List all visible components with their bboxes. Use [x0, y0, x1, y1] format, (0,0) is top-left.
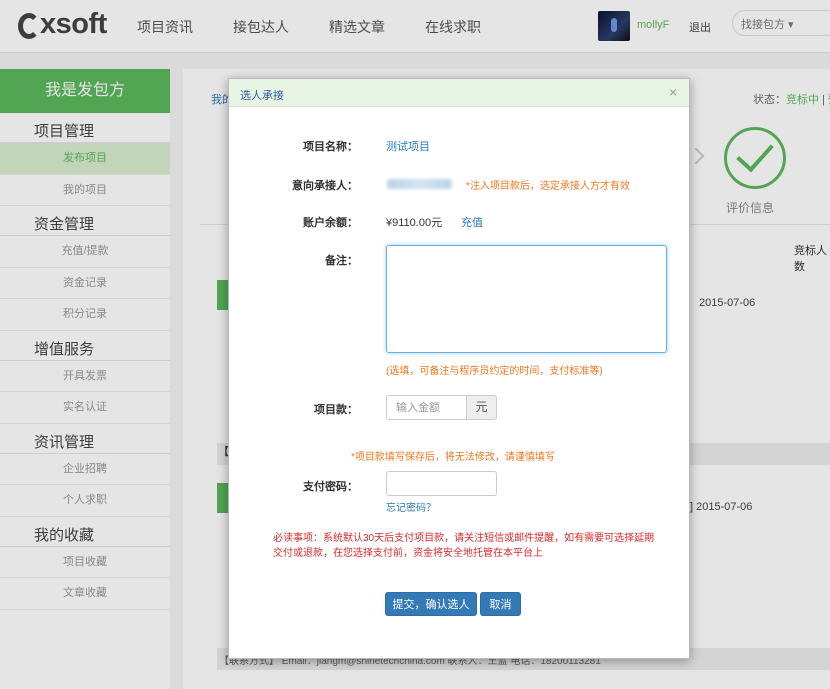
submit-confirm-button[interactable]: 提交，确认选人 [385, 592, 477, 616]
dialog-title: 选人承接 [240, 90, 284, 102]
recharge-link[interactable]: 充值 [461, 214, 483, 230]
amount-warning: *项目款填写保存后，将无法修改，请谨慎填写 [351, 452, 555, 463]
note-label: 备注： [325, 255, 358, 267]
amount-label: 项目款： [314, 404, 358, 416]
intended-contractor-label: 意向承接人： [292, 180, 358, 192]
amount-unit: 元 [466, 395, 497, 420]
note-hint: (选填，可备注与程序员约定的时间，支付标准等) [386, 366, 603, 377]
notice-text: 必读事项：系统默认30天后支付项目款，请关注短信或邮件提醒，如有需要可选择延期交… [273, 533, 655, 559]
amount-input[interactable] [386, 395, 467, 420]
close-icon[interactable]: × [669, 84, 677, 100]
intended-note: *注入项目款后，选定承接人方才有效 [466, 181, 630, 192]
balance-value: ¥9110.00元 [386, 217, 443, 229]
cancel-button[interactable]: 取消 [480, 592, 521, 616]
dialog-header: 选人承接 × [229, 79, 689, 107]
password-label: 支付密码： [303, 481, 358, 493]
contractor-name-redacted [387, 179, 452, 189]
note-textarea[interactable] [386, 245, 667, 353]
project-name-label: 项目名称： [303, 141, 358, 153]
select-contractor-dialog: 选人承接 × 项目名称： 测试项目 意向承接人： *注入项目款后，选定承接人方才… [228, 78, 690, 659]
forgot-password-link[interactable]: 忘记密码？ [386, 499, 436, 514]
payment-password-field[interactable] [386, 471, 497, 496]
project-name-value[interactable]: 测试项目 [386, 138, 430, 154]
balance-label: 账户余额： [303, 217, 358, 229]
